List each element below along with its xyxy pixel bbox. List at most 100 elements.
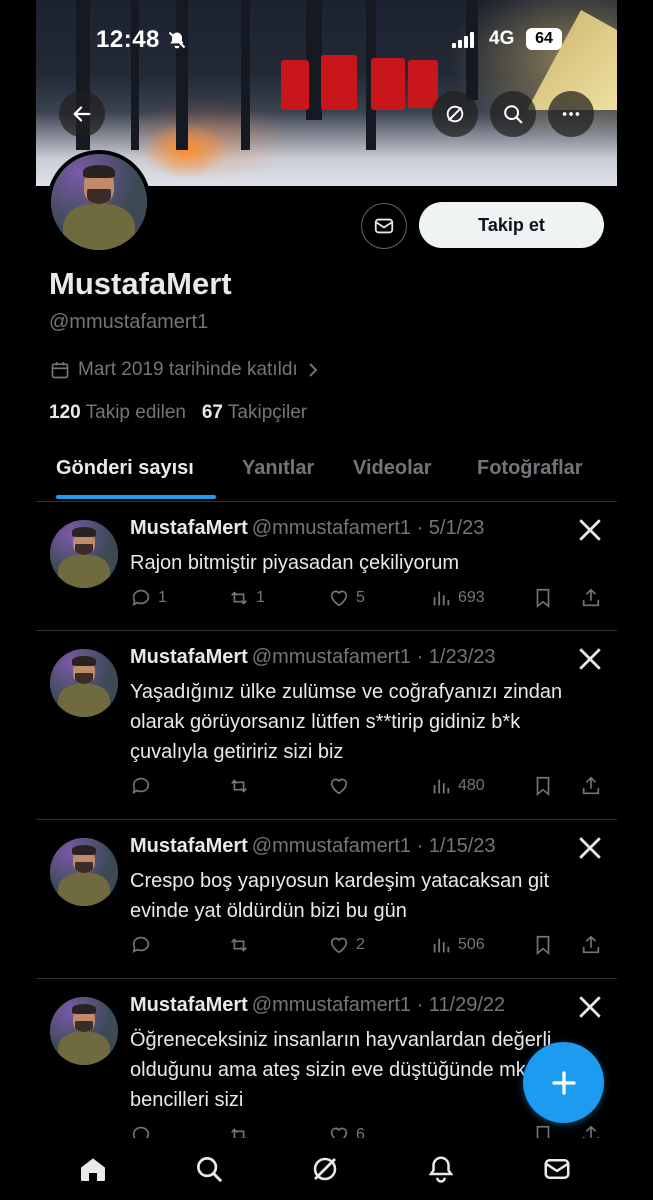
bell-off-icon [168,31,186,49]
nav-home[interactable] [76,1152,110,1186]
nav-search[interactable] [192,1152,226,1186]
followers-link[interactable]: 67 Takipçiler [202,402,307,423]
share-button[interactable] [580,775,602,797]
tab-photos[interactable]: Fotoğraflar [477,457,583,480]
share-button[interactable] [580,934,602,956]
back-button[interactable] [59,91,105,137]
joined-text: Mart 2019 tarihinde katıldı [78,359,298,380]
like-button[interactable]: 2 [328,934,365,956]
bookmark-icon [536,935,550,956]
share-button[interactable] [580,587,602,609]
views-button[interactable]: 506 [430,934,485,956]
bookmark-button[interactable] [532,1124,554,1139]
bookmark-button[interactable] [532,934,554,956]
share-icon [582,776,600,795]
views-button[interactable]: 480 [430,775,485,797]
post-actions: 2 506 [130,934,610,960]
x-logo-icon [579,648,601,670]
tab-posts[interactable]: Gönderi sayısı [56,457,194,480]
avatar[interactable] [50,649,118,717]
reply-button[interactable]: 1 [130,587,167,609]
profile-handle: @mmustafamert1 [49,311,209,333]
bookmark-button[interactable] [532,775,554,797]
grok-button[interactable] [432,91,478,137]
tab-replies[interactable]: Yanıtlar [242,457,314,480]
reply-button[interactable] [130,1124,158,1139]
bell-icon [428,1156,454,1183]
following-link[interactable]: 120 Takip edilen [49,402,186,423]
status-bar: 12:48 4G 64 [0,22,653,62]
repost-icon [231,779,247,793]
share-button[interactable] [580,1124,602,1139]
heart-icon [330,778,348,795]
bookmark-icon [536,588,550,609]
joined-date[interactable]: Mart 2019 tarihinde katıldı [50,359,320,381]
mail-icon [374,218,394,234]
post-author[interactable]: MustafaMert [130,517,248,539]
post-author[interactable]: MustafaMert [130,646,248,668]
battery-indicator: 64 [526,28,562,50]
repost-button[interactable] [228,775,256,797]
post-meta: @mmustafamert1 · 5/1/23 [251,517,485,539]
list-item[interactable]: MustafaMert @mmustafamert1 · 5/1/23 Rajon… [36,502,617,631]
post-actions: 6 [130,1124,610,1139]
message-button[interactable] [361,203,407,249]
share-icon [582,1125,600,1139]
list-item[interactable]: MustafaMert @mmustafamert1 · 1/23/23 Yaşa… [36,631,617,820]
x-logo-icon [579,996,601,1018]
status-time: 12:48 [96,26,160,53]
more-button[interactable] [548,91,594,137]
avatar[interactable] [50,997,118,1065]
followers-count: 67 [201,402,223,423]
nav-grok[interactable] [308,1152,342,1186]
profile-name: MustafaMert [49,266,232,301]
repost-icon [231,938,247,952]
following-count: 120 [49,402,81,423]
profile-avatar[interactable] [47,150,151,254]
like-button[interactable]: 6 [328,1124,365,1139]
post-actions: 480 [130,775,610,801]
following-label: Takip edilen [85,402,186,423]
search-button[interactable] [490,91,536,137]
list-item[interactable]: MustafaMert @mmustafamert1 · 1/15/23 Cres… [36,820,617,979]
avatar[interactable] [50,838,118,906]
post-author[interactable]: MustafaMert [130,835,248,857]
compose-button[interactable] [523,1042,604,1123]
reply-icon [132,1126,150,1139]
tab-videos[interactable]: Videolar [353,457,432,480]
heart-icon [330,590,348,607]
post-actions: 1 1 5 693 [130,587,610,613]
repost-button[interactable] [228,934,256,956]
post-text: Rajon bitmiştir piyasadan çekiliyorum [130,552,460,574]
repost-button[interactable]: 1 [228,587,265,609]
reply-count: 1 [158,589,167,606]
more-icon [562,112,580,116]
heart-icon [330,1127,348,1139]
x-logo-icon [579,519,601,541]
mail-icon [544,1159,570,1179]
profile-tabs: Gönderi sayısı Yanıtlar Videolar Fotoğra… [36,446,617,502]
repost-button[interactable] [228,1124,256,1139]
views-button[interactable]: 693 [430,587,485,609]
x-logo-icon [579,837,601,859]
post-author[interactable]: MustafaMert [130,994,248,1016]
search-icon [504,105,523,124]
nav-notifications[interactable] [424,1152,458,1186]
home-icon [81,1158,105,1181]
post-meta: @mmustafamert1 · 1/15/23 [251,835,496,857]
post-text: Yaşadığınız ülke zulümse ve coğrafyanızı… [130,681,563,763]
reply-button[interactable] [130,934,158,956]
grok-icon [313,1157,337,1181]
bookmark-button[interactable] [532,587,554,609]
avatar[interactable] [50,520,118,588]
like-count: 2 [356,936,365,953]
reply-button[interactable] [130,775,158,797]
nav-messages[interactable] [540,1152,574,1186]
signal-icon [452,32,474,48]
share-icon [582,588,600,607]
repost-count: 1 [256,589,265,606]
like-button[interactable]: 5 [328,587,365,609]
follow-button[interactable]: Takip et [419,202,604,248]
views-count: 693 [458,589,485,606]
like-button[interactable] [328,775,356,797]
